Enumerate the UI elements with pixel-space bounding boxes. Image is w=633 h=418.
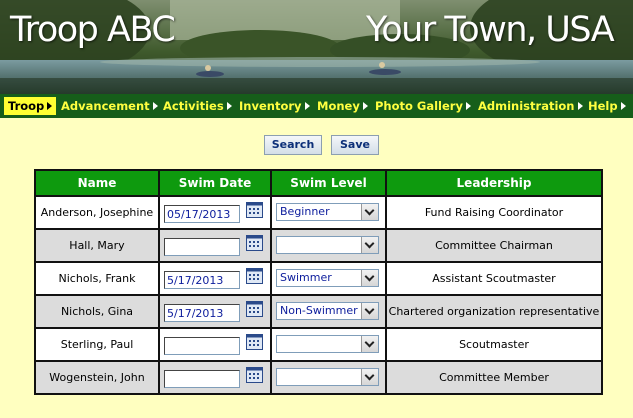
swim-date-input[interactable]: 5/17/2013 (164, 304, 240, 322)
leadership-value: Assistant Scoutmaster (385, 261, 603, 296)
swim-level-cell: Beginner (270, 195, 387, 230)
swim-date-input[interactable]: 5/17/2013 (164, 271, 240, 289)
calendar-icon[interactable] (246, 268, 263, 284)
page: Troop ABC Your Town, USA Troop Advanceme… (0, 0, 633, 418)
town-title: Your Town, USA (366, 10, 615, 50)
chevron-down-icon[interactable] (361, 303, 378, 319)
nav-item-photo-gallery[interactable]: Photo Gallery (375, 97, 471, 115)
swim-date-cell: 5/17/2013 (158, 261, 272, 296)
member-name: Anderson, Josephine (34, 195, 160, 230)
leadership-value: Scoutmaster (385, 327, 603, 362)
member-name: Hall, Mary (34, 228, 160, 263)
calendar-icon[interactable] (246, 235, 263, 251)
nav-item-label: Money (317, 99, 360, 113)
header-leadership: Leadership (385, 169, 603, 197)
header-swim-level: Swim Level (270, 169, 387, 197)
table-row: Hall, Mary Committee Chairman (34, 228, 603, 263)
swim-level-select[interactable] (276, 335, 379, 353)
nav-item-label: Photo Gallery (375, 99, 463, 113)
chevron-down-icon[interactable] (361, 369, 378, 385)
chevron-down-icon[interactable] (361, 336, 378, 352)
main-nav: Troop Advancement Activities Inventory M… (0, 94, 633, 118)
swim-date-cell: 5/17/2013 (158, 294, 272, 329)
swim-date-cell (158, 327, 272, 362)
chevron-down-icon[interactable] (361, 237, 378, 253)
nav-item-label: Inventory (239, 99, 302, 113)
swim-level-select[interactable]: Beginner (276, 203, 379, 221)
leadership-value: Committee Member (385, 360, 603, 395)
table-row: Nichols, Frank 5/17/2013 Swimmer Assista… (34, 261, 603, 296)
header-swim-date: Swim Date (158, 169, 272, 197)
troop-title: Troop ABC (10, 10, 176, 50)
member-name: Nichols, Gina (34, 294, 160, 329)
swim-level-select[interactable]: Non-Swimmer (276, 302, 379, 320)
triangle-right-icon (152, 101, 158, 110)
table-row: Anderson, Josephine 05/17/2013 Beginner … (34, 195, 603, 230)
swim-level-cell (270, 327, 387, 362)
triangle-right-icon (620, 101, 626, 110)
calendar-icon[interactable] (246, 202, 263, 218)
nav-item-troop[interactable]: Troop (4, 97, 57, 115)
swim-level-value: Beginner (280, 205, 330, 218)
swim-level-cell: Swimmer (270, 261, 387, 296)
swim-level-select[interactable] (276, 368, 379, 386)
nav-item-activities[interactable]: Activities (163, 97, 232, 115)
header-banner: Troop ABC Your Town, USA (0, 0, 633, 94)
nav-item-label: Administration (478, 99, 575, 113)
nav-item-advancement[interactable]: Advancement (61, 97, 158, 115)
calendar-icon[interactable] (246, 301, 263, 317)
nav-item-money[interactable]: Money (317, 97, 368, 115)
member-name: Wogenstein, John (34, 360, 160, 395)
table-header-row: Name Swim Date Swim Level Leadership (34, 169, 603, 197)
swim-level-value: Non-Swimmer (280, 304, 358, 317)
save-button[interactable]: Save (331, 135, 379, 155)
nav-item-label: Help (588, 99, 618, 113)
leadership-value: Chartered organization representative (385, 294, 603, 329)
chevron-down-icon[interactable] (361, 270, 378, 286)
member-name: Nichols, Frank (34, 261, 160, 296)
swim-level-cell (270, 360, 387, 395)
leadership-value: Committee Chairman (385, 228, 603, 263)
swim-table: Name Swim Date Swim Level Leadership And… (34, 169, 603, 395)
search-button[interactable]: Search (264, 135, 322, 155)
swim-date-input[interactable] (164, 337, 240, 355)
calendar-icon[interactable] (246, 334, 263, 350)
swim-level-cell: Non-Swimmer (270, 294, 387, 329)
swim-level-value: Swimmer (280, 271, 332, 284)
swim-date-input[interactable]: 05/17/2013 (164, 205, 240, 223)
triangle-right-icon (304, 101, 310, 110)
triangle-right-icon (465, 101, 471, 110)
table-row: Wogenstein, John Committee Member (34, 360, 603, 395)
swim-level-select[interactable] (276, 236, 379, 254)
nav-item-administration[interactable]: Administration (478, 97, 583, 115)
swim-date-cell (158, 228, 272, 263)
triangle-right-icon (226, 101, 232, 110)
calendar-icon[interactable] (246, 367, 263, 383)
table-row: Nichols, Gina 5/17/2013 Non-Swimmer Char… (34, 294, 603, 329)
triangle-right-icon (362, 101, 368, 110)
nav-item-inventory[interactable]: Inventory (239, 97, 310, 115)
header-name: Name (34, 169, 160, 197)
nav-item-help[interactable]: Help (588, 97, 626, 115)
swim-level-cell (270, 228, 387, 263)
swim-date-input[interactable] (164, 238, 240, 256)
swim-date-input[interactable] (164, 370, 240, 388)
nav-item-label: Troop (8, 99, 45, 113)
table-row: Sterling, Paul Scoutmaster (34, 327, 603, 362)
triangle-right-icon (47, 101, 53, 110)
leadership-value: Fund Raising Coordinator (385, 195, 603, 230)
member-name: Sterling, Paul (34, 327, 160, 362)
swim-date-cell: 05/17/2013 (158, 195, 272, 230)
nav-item-label: Advancement (61, 99, 150, 113)
swim-date-cell (158, 360, 272, 395)
triangle-right-icon (577, 101, 583, 110)
swim-level-select[interactable]: Swimmer (276, 269, 379, 287)
chevron-down-icon[interactable] (361, 204, 378, 220)
nav-item-label: Activities (163, 99, 224, 113)
